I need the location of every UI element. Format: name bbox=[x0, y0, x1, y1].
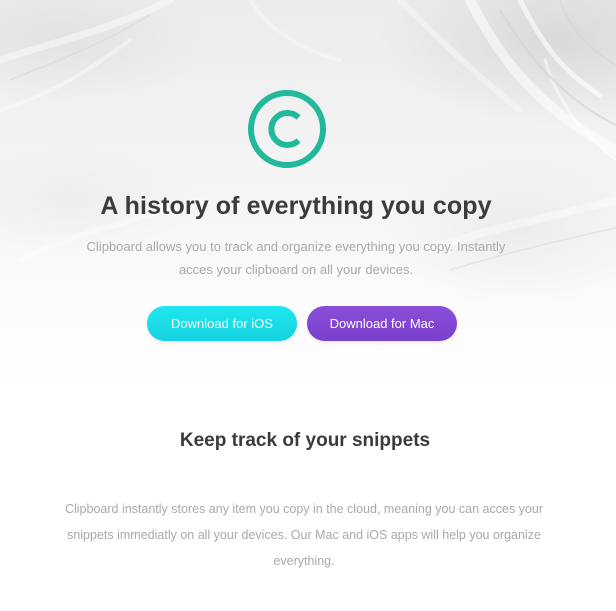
download-mac-button[interactable]: Download for Mac bbox=[307, 306, 457, 341]
copyright-circle-icon bbox=[248, 90, 326, 168]
section-title: Keep track of your snippets bbox=[179, 430, 431, 451]
section-description: Clipboard instantly stores any item you … bbox=[64, 502, 544, 568]
hero-title: A history of everything you copy bbox=[100, 192, 492, 220]
hero-description: Clipboard allows you to track and organi… bbox=[86, 239, 506, 277]
landing-page: A history of everything you copy Clipboa… bbox=[0, 0, 616, 611]
download-ios-button[interactable]: Download for iOS bbox=[147, 306, 297, 341]
hero-section: A history of everything you copy Clipboa… bbox=[0, 0, 616, 390]
